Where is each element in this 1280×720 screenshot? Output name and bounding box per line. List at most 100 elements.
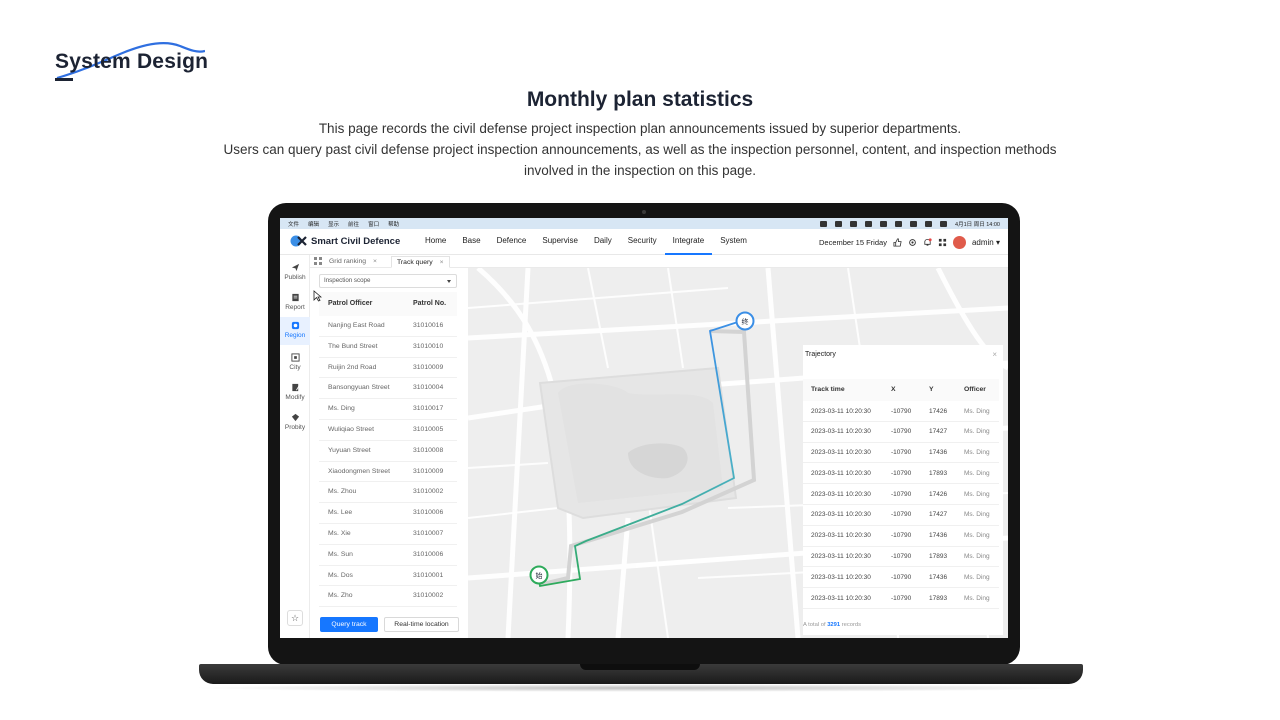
start-marker-icon[interactable]: 始 [528,564,550,586]
table-row[interactable]: 2023-03-11 10:20:30 -10790 17427 Ms. Ding [803,505,999,526]
menu-edit[interactable]: 编辑 [308,220,319,228]
table-row[interactable]: Xiaodongmen Street 31010009 [319,462,457,483]
nav-defence[interactable]: Defence [489,229,535,255]
user-menu[interactable]: admin ▾ [972,238,1000,247]
end-marker-icon[interactable]: 终 [734,310,756,332]
sidebar-item-label: Modify [285,394,305,401]
patrol-no-cell: 31010016 [413,322,444,329]
table-row[interactable]: Ms. Sun 31010006 [319,545,457,566]
brand-underline [55,78,73,81]
menu-file[interactable]: 文件 [288,220,299,228]
x-cell: -10790 [891,511,912,519]
column-header: Officer [964,386,986,393]
bluetooth-icon[interactable] [865,221,873,227]
grid-icon[interactable] [938,238,947,247]
patrol-officer-cell: Ms. Zho [328,592,353,600]
display-icon[interactable] [820,221,828,227]
camera [642,210,646,214]
nav-security[interactable]: Security [620,229,665,255]
sidebar: Publish Report Region City Modify Probit… [280,255,310,638]
table-row[interactable]: 2023-03-11 10:20:30 -10790 17436 Ms. Ding [803,443,999,464]
end-marker-label: 终 [742,317,749,326]
table-row[interactable]: 2023-03-11 10:20:30 -10790 17893 Ms. Ding [803,463,999,485]
nav-daily[interactable]: Daily [586,229,620,255]
control-center-icon[interactable] [925,221,933,227]
nav-integrate[interactable]: Integrate [664,229,713,255]
wifi-icon[interactable] [895,221,903,227]
query-track-button[interactable]: Query track [320,617,378,632]
nav-system[interactable]: System [712,229,755,255]
table-row[interactable]: Ruijin 2nd Road 31010009 [319,358,457,379]
inspection-scope-select[interactable]: Inspection scope [319,274,457,288]
table-row[interactable]: 2023-03-11 10:20:30 -10790 17426 Ms. Ding [803,401,999,422]
thumb-icon[interactable] [893,237,902,247]
tabs-menu-icon[interactable] [314,257,322,265]
nav-supervise[interactable]: Supervise [534,229,586,255]
table-row[interactable]: Bansongyuan Street 31010004 [319,378,457,400]
battery-status-icon[interactable] [835,221,843,227]
nav-base[interactable]: Base [454,229,488,255]
sidebar-item-city[interactable]: City [280,350,310,376]
sidebar-item-publish[interactable]: Publish [280,260,310,286]
avatar[interactable] [952,235,966,249]
close-icon[interactable]: × [440,259,444,266]
x-cell: -10790 [891,428,912,436]
table-row[interactable]: 2023-03-11 10:20:30 -10790 17427 Ms. Ding [803,422,999,443]
patrol-officer-cell: Ms. Sun [328,550,353,558]
menu-go[interactable]: 前往 [348,220,359,228]
x-cell: -10790 [891,469,912,477]
column-header: Y [929,386,934,393]
table-row[interactable]: Yuyuan Street 31010008 [319,441,457,462]
sidebar-item-report[interactable]: Report [280,290,310,316]
table-row[interactable]: Ms. Zho 31010002 [319,586,457,608]
track-time-cell: 2023-03-11 10:20:30 [811,594,871,602]
clock[interactable]: 4月1日 周日 14:00 [955,220,1000,228]
sidebar-item-region[interactable]: Region [280,317,310,345]
table-row[interactable]: Nanjing East Road 31010016 [319,316,457,337]
officer-cell: Ms. Ding [964,428,990,436]
officer-table-body: Nanjing East Road 31010016 The Bund Street… [319,316,457,608]
bell-icon[interactable] [923,237,932,247]
menu-view[interactable]: 显示 [328,220,339,228]
tab-track-query[interactable]: Track query × [391,256,450,268]
nav-home[interactable]: Home [417,229,454,255]
laptop-screen: 文件 编辑 显示 前往 窗口 帮助 4月1日 周日 14:00 Smart Ci… [280,218,1008,638]
table-row[interactable]: Ms. Zhou 31010002 [319,482,457,504]
app-logo-icon [290,235,307,247]
track-time-cell: 2023-03-11 10:20:30 [811,511,871,519]
patrol-no-cell: 31010006 [413,509,444,517]
close-icon[interactable]: × [373,258,377,265]
table-row[interactable]: 2023-03-11 10:20:30 -10790 17436 Ms. Ding [803,567,999,589]
realtime-location-button[interactable]: Real-time location [384,617,459,632]
table-row[interactable]: 2023-03-11 10:20:30 -10790 17436 Ms. Ding [803,526,999,547]
sidebar-item-probity[interactable]: Probity [280,410,310,436]
input-icon[interactable] [850,221,858,227]
siri-icon[interactable] [940,221,948,227]
table-row[interactable]: Wuliqiao Street 31010005 [319,420,457,441]
table-row[interactable]: 2023-03-11 10:20:30 -10790 17426 Ms. Ding [803,484,999,505]
search-icon[interactable] [910,221,918,227]
table-row[interactable]: The Bund Street 31010010 [319,337,457,358]
menu-window[interactable]: 窗口 [368,220,379,228]
patrol-officer-cell: Ms. Ding [328,405,355,413]
battery-icon[interactable] [880,221,888,227]
region-icon [291,321,299,330]
tab-grid-ranking[interactable]: Grid ranking × [324,256,382,268]
patrol-no-cell: 31010001 [413,571,444,579]
table-row[interactable]: Ms. Dos 31010001 [319,566,457,587]
y-cell: 17893 [929,469,948,477]
sidebar-item-modify[interactable]: Modify [280,380,310,406]
main-nav: Home Base Defence Supervise Daily Securi… [417,229,755,255]
app-logo[interactable]: Smart Civil Defence [290,235,400,247]
menu-help[interactable]: 帮助 [388,220,399,228]
start-marker-label: 始 [536,571,543,580]
officer-cell: Ms. Ding [964,573,990,581]
table-row[interactable]: Ms. Ding 31010017 [319,399,457,420]
table-row[interactable]: 2023-03-11 10:20:30 -10790 17893 Ms. Ding [803,588,999,609]
table-row[interactable]: 2023-03-11 10:20:30 -10790 17893 Ms. Ding [803,547,999,568]
favorite-button[interactable]: ☆ [287,610,303,626]
table-row[interactable]: Ms. Xie 31010007 [319,524,457,545]
close-icon[interactable]: × [992,350,997,359]
table-row[interactable]: Ms. Lee 31010006 [319,503,457,524]
gear-icon[interactable] [908,238,917,247]
